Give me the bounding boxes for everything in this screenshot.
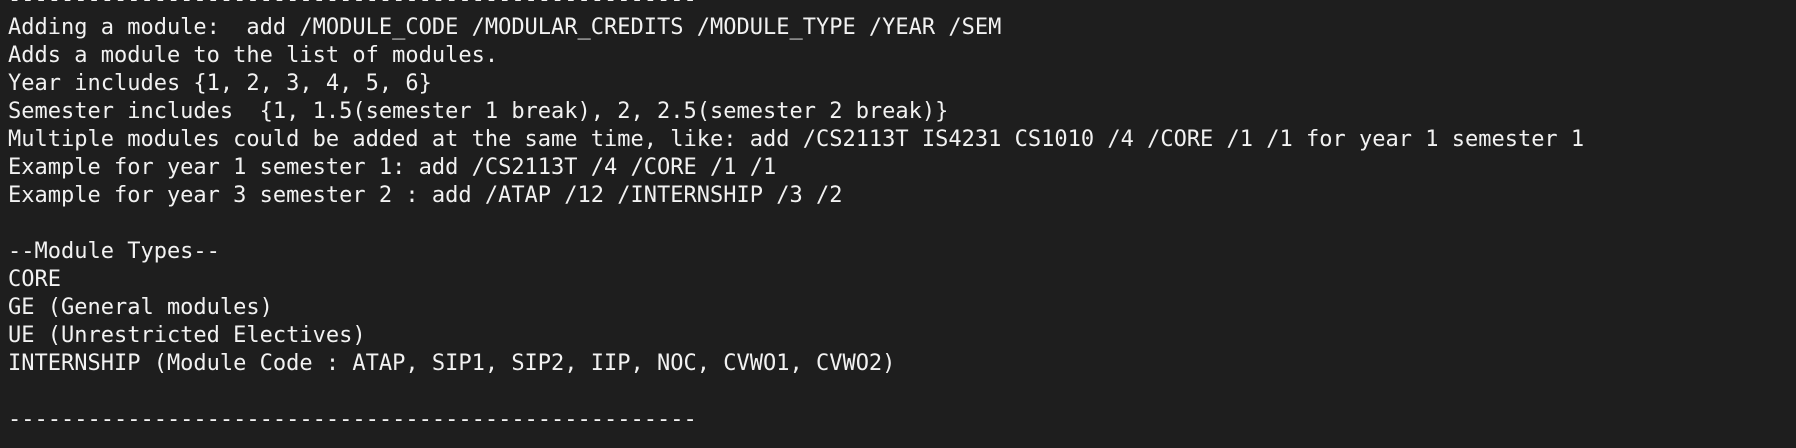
separator-top: ----------------------------------------… bbox=[8, 0, 1796, 14]
module-type-internship: INTERNSHIP (Module Code : ATAP, SIP1, SI… bbox=[8, 351, 896, 376]
multiple-modules-line: Multiple modules could be added at the s… bbox=[8, 127, 1585, 152]
example-line-2: Example for year 3 semester 2 : add /ATA… bbox=[8, 183, 843, 208]
module-type-core: CORE bbox=[8, 267, 61, 292]
module-type-ge: GE (General modules) bbox=[8, 295, 273, 320]
year-range-line: Year includes {1, 2, 3, 4, 5, 6} bbox=[8, 71, 432, 96]
module-type-ue: UE (Unrestricted Electives) bbox=[8, 323, 366, 348]
example-line-1: Example for year 1 semester 1: add /CS21… bbox=[8, 155, 777, 180]
usage-line: Adding a module: add /MODULE_CODE /MODUL… bbox=[8, 15, 1002, 40]
semester-range-line: Semester includes {1, 1.5(semester 1 bre… bbox=[8, 99, 949, 124]
terminal-output[interactable]: ----------------------------------------… bbox=[0, 0, 1796, 434]
separator-bottom: ----------------------------------------… bbox=[8, 407, 697, 432]
description-line: Adds a module to the list of modules. bbox=[8, 43, 499, 68]
module-types-heading: --Module Types-- bbox=[8, 239, 220, 264]
